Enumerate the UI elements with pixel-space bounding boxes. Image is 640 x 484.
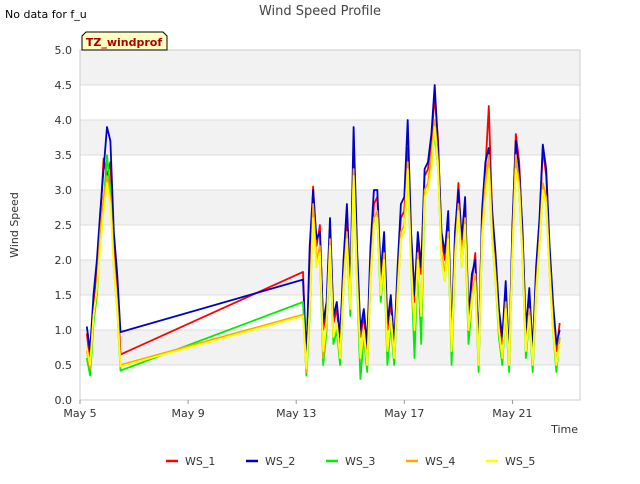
y-axis-label: Wind Speed xyxy=(8,192,21,258)
no-data-note: No data for f_u xyxy=(5,8,87,21)
legend-label: WS_1 xyxy=(185,455,215,468)
wind-speed-chart: 0.00.51.01.52.02.53.03.54.04.55.0 May 5M… xyxy=(5,4,581,468)
x-axis-ticks: May 5 May 9 May 13 May 17 May 21 xyxy=(63,400,533,420)
y-tick-label: 1.0 xyxy=(55,324,73,337)
plot-band xyxy=(80,50,580,85)
legend-label: WS_2 xyxy=(265,455,295,468)
legend: WS_1 WS_2 WS_3 WS_4 WS_5 xyxy=(166,455,535,468)
y-tick-label: 0.0 xyxy=(55,394,73,407)
y-tick-label: 2.5 xyxy=(55,219,73,232)
x-tick-label: May 13 xyxy=(276,407,316,420)
x-axis-label: Time xyxy=(550,423,578,436)
y-tick-label: 3.5 xyxy=(55,149,73,162)
y-tick-label: 1.5 xyxy=(55,289,73,302)
chart-figure: 0.0 0.5 1.0 1.5 2.0 2.5 3.0 3.5 4.0 4.5 5.0 May 5M… xyxy=(0,0,640,480)
x-tick-label: May 21 xyxy=(492,407,532,420)
x-tick-label: May 17 xyxy=(384,407,424,420)
x-tick-label: May 9 xyxy=(171,407,204,420)
legend-label: WS_4 xyxy=(425,455,455,468)
site-badge: TZ_windprof xyxy=(81,31,168,51)
site-badge-label: TZ_windprof xyxy=(86,36,162,49)
y-tick-label: 4.5 xyxy=(55,79,73,92)
legend-label: WS_3 xyxy=(345,455,375,468)
y-axis-ticks: 0.0 0.5 1.0 1.5 2.0 2.5 3.0 3.5 4.0 4.5 5.0 xyxy=(55,44,73,407)
y-tick-label: 0.5 xyxy=(55,359,73,372)
chart-title: Wind Speed Profile xyxy=(259,4,381,19)
y-tick-label: 5.0 xyxy=(55,44,73,57)
plot-band xyxy=(80,120,580,155)
y-tick-label: 3.0 xyxy=(55,184,73,197)
y-tick-label: 4.0 xyxy=(55,114,73,127)
legend-label: WS_5 xyxy=(505,455,535,468)
x-tick-label: May 5 xyxy=(63,407,96,420)
y-tick-label: 2.0 xyxy=(55,254,73,267)
